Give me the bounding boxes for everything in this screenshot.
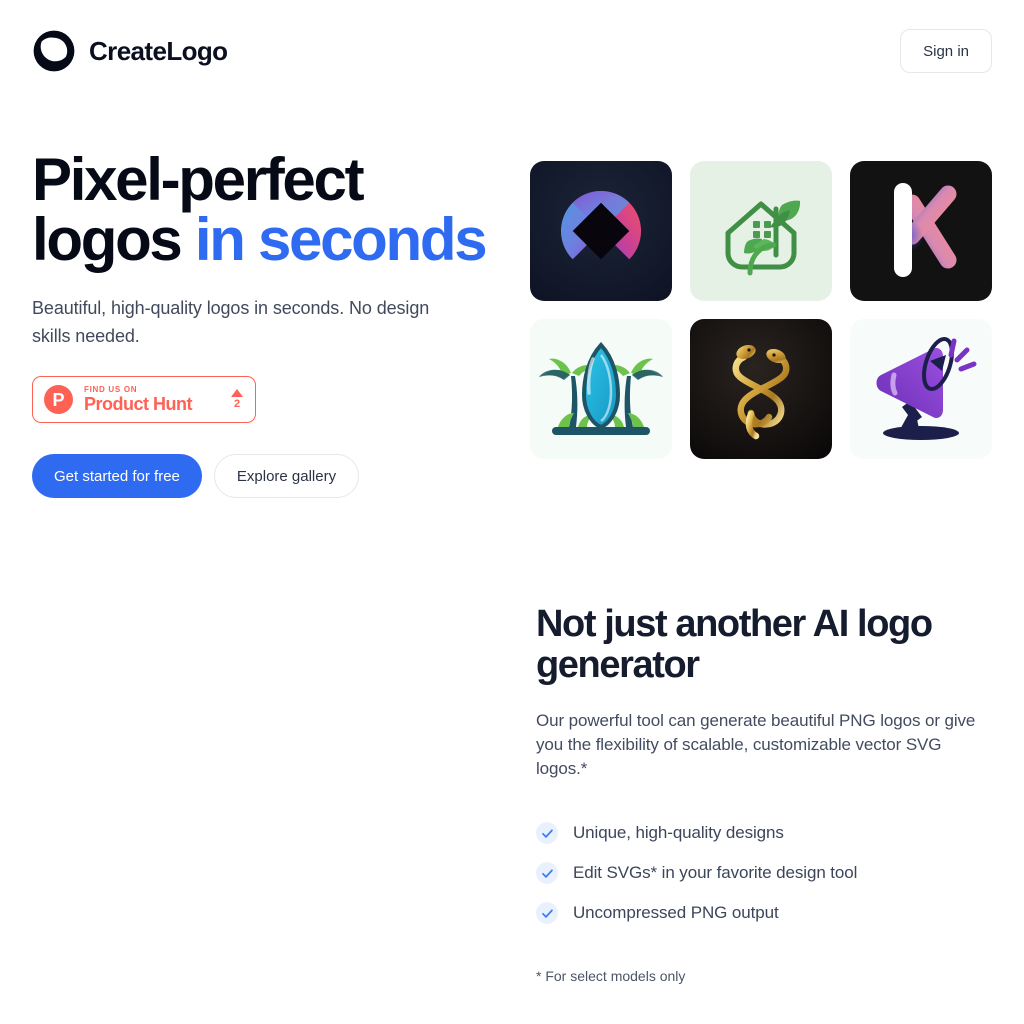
product-hunt-badge[interactable]: P FIND US ON Product Hunt 2 xyxy=(32,376,256,423)
hero-title-line1: Pixel-perfect xyxy=(32,146,365,213)
feature-list: Unique, high-quality designs Edit SVGs* … xyxy=(536,813,992,933)
hero-section: Pixel-perfect logos in seconds Beautiful… xyxy=(32,150,502,498)
upvote-triangle-icon xyxy=(231,389,243,397)
landing-page: CreateLogo Sign in Pixel-perfect logos i… xyxy=(0,0,1024,1024)
feature-label: Edit SVGs* in your favorite design tool xyxy=(573,863,858,882)
site-header: CreateLogo Sign in xyxy=(0,0,1024,102)
explore-gallery-button[interactable]: Explore gallery xyxy=(213,454,360,498)
gallery-tile-surfboard-palms[interactable] xyxy=(530,319,672,459)
product-hunt-text: FIND US ON Product Hunt xyxy=(84,384,220,414)
gallery-tile-eco-house[interactable] xyxy=(690,161,832,301)
logo-gallery-grid xyxy=(530,161,992,459)
list-item: Uncompressed PNG output xyxy=(536,893,992,933)
check-icon xyxy=(536,902,558,924)
product-hunt-upvote-count: 2 xyxy=(233,398,241,410)
spiral-circle-logo-icon xyxy=(32,29,76,73)
features-subtitle: Our powerful tool can generate beautiful… xyxy=(536,711,976,778)
hero-title-line2-plain: logos xyxy=(32,206,195,273)
feature-label: Uncompressed PNG output xyxy=(573,903,779,922)
gallery-tile-letter-k[interactable] xyxy=(850,161,992,301)
page-title: Pixel-perfect logos in seconds xyxy=(32,150,502,270)
list-item: Unique, high-quality designs xyxy=(536,813,992,853)
gallery-tile-megaphone[interactable] xyxy=(850,319,992,459)
hero-title-accent: in seconds xyxy=(194,206,488,273)
features-footnote: * For select models only xyxy=(536,968,686,984)
product-hunt-p-icon: P xyxy=(44,385,73,414)
sign-in-button[interactable]: Sign in xyxy=(900,29,992,73)
list-item: Edit SVGs* in your favorite design tool xyxy=(536,853,992,893)
features-section: Not just another AI logo generator Our p… xyxy=(536,604,992,984)
hero-subtitle: Beautiful, high-quality logos in seconds… xyxy=(32,298,430,346)
product-hunt-name: Product Hunt xyxy=(84,393,193,414)
brand-logo[interactable]: CreateLogo xyxy=(32,29,228,73)
gallery-tile-gold-serpent[interactable] xyxy=(690,319,832,459)
cta-button-row: Get started for free Explore gallery xyxy=(32,454,502,498)
brand-name: CreateLogo xyxy=(89,35,228,66)
check-icon xyxy=(536,822,558,844)
features-title: Not just another AI logo generator xyxy=(536,603,933,686)
feature-label: Unique, high-quality designs xyxy=(573,823,784,842)
get-started-button[interactable]: Get started for free xyxy=(32,454,202,498)
gallery-tile-gradient-orb[interactable] xyxy=(530,161,672,301)
product-hunt-eyebrow: FIND US ON xyxy=(84,384,138,394)
product-hunt-upvote[interactable]: 2 xyxy=(231,389,243,410)
check-icon xyxy=(536,862,558,884)
